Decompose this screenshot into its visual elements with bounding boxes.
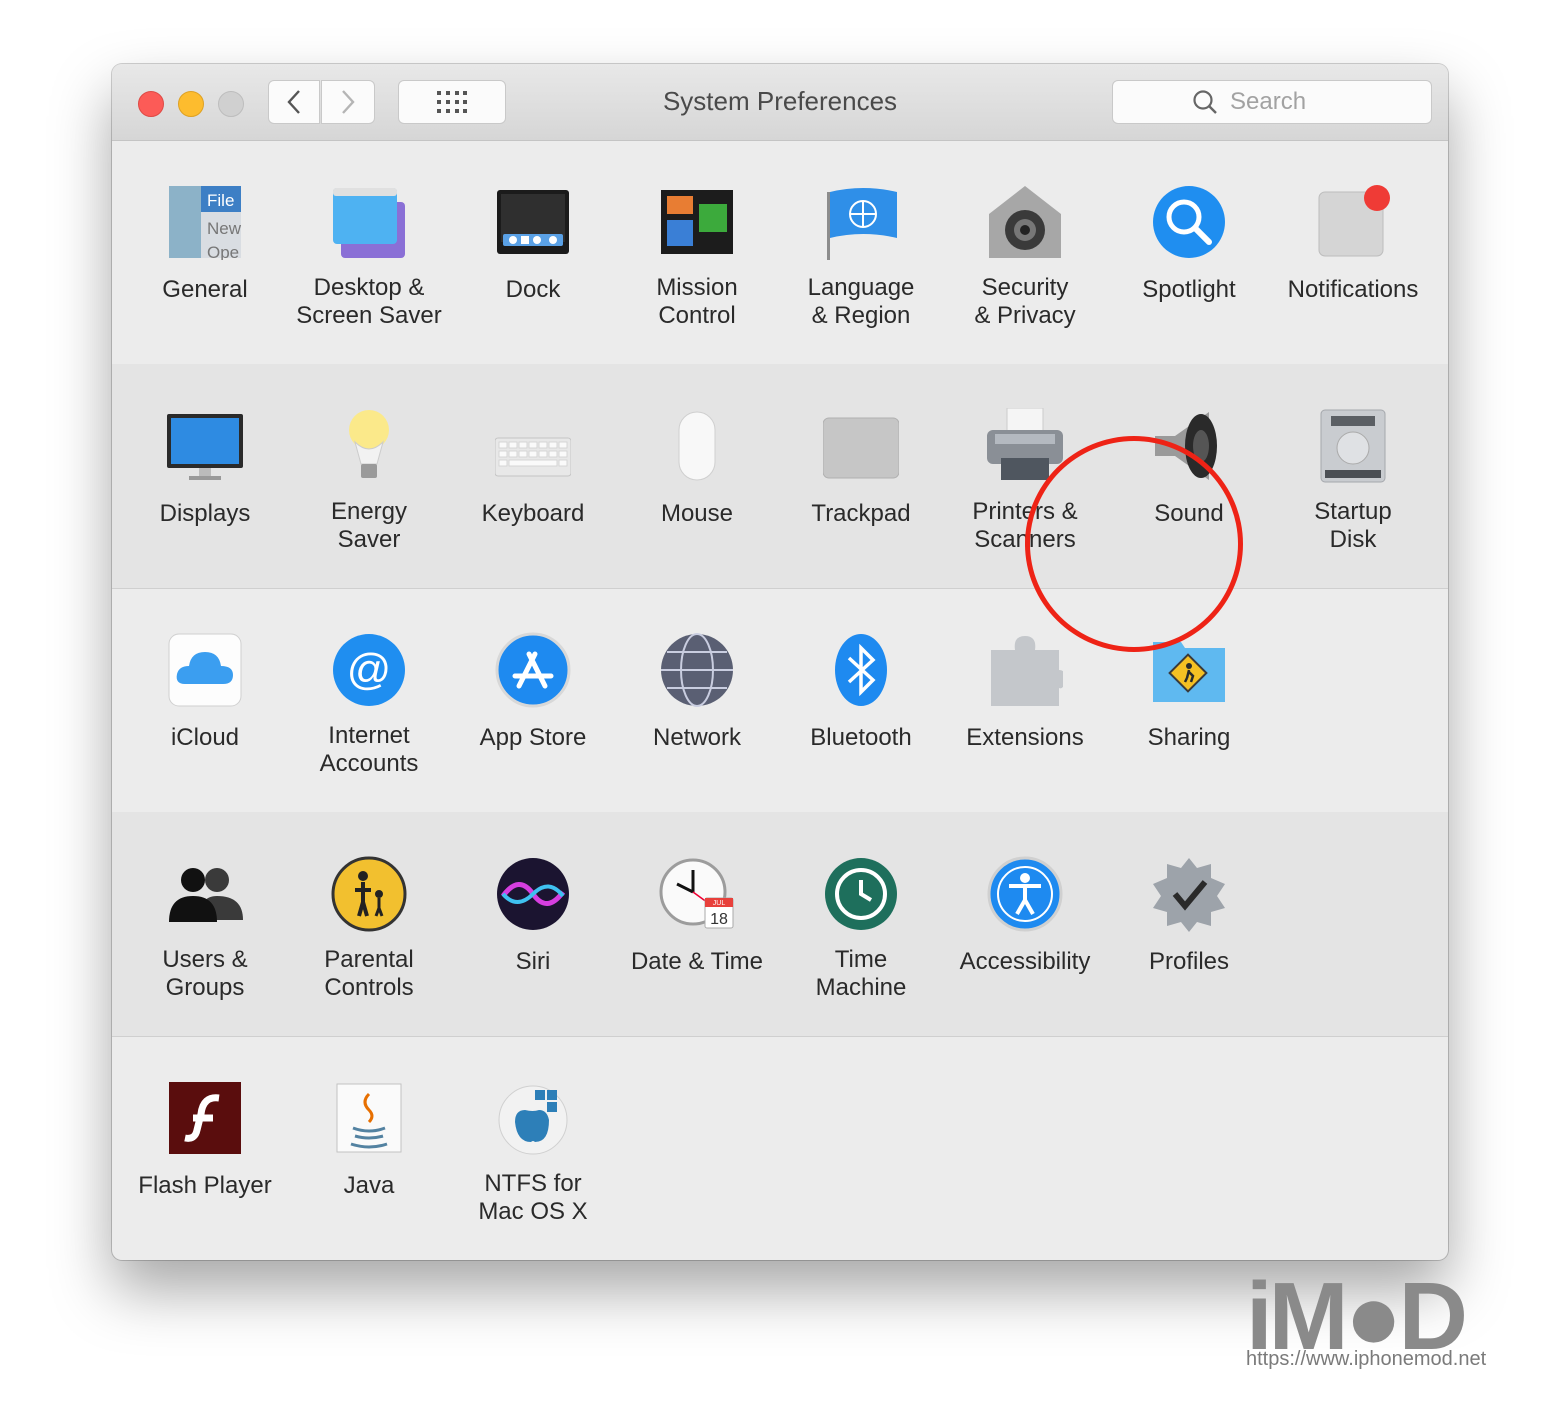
pref-label: Bluetooth — [810, 724, 912, 751]
icloud-icon — [168, 633, 242, 707]
bluetooth-icon — [835, 634, 887, 706]
pref-label: General — [162, 276, 248, 303]
pref-label: Profiles — [1148, 948, 1230, 975]
pref-label: Internet Accounts — [319, 722, 419, 777]
highlight-circle — [1025, 436, 1243, 652]
pref-label: Flash Player — [138, 1172, 272, 1199]
pref-label: Extensions — [966, 724, 1084, 751]
section-system — [112, 812, 1448, 1036]
pref-label: Startup Disk — [1314, 498, 1392, 553]
pref-label: Security & Privacy — [974, 274, 1076, 329]
trackpad-icon — [823, 417, 899, 479]
siri-icon — [497, 858, 569, 930]
time-machine-icon — [825, 858, 897, 930]
section-other — [112, 1036, 1448, 1260]
title-bar: System Preferences — [112, 64, 1448, 141]
svg-text:Ope: Ope — [207, 243, 239, 260]
java-icon — [336, 1083, 402, 1153]
pref-label: Displays — [159, 500, 251, 527]
displays-icon — [167, 414, 243, 480]
accessibility-icon — [987, 856, 1063, 932]
flash-player-icon — [169, 1082, 241, 1154]
mission-control-icon — [661, 190, 733, 254]
mouse-icon — [678, 411, 716, 481]
pref-label: Siri — [515, 948, 551, 975]
pref-label: Accessibility — [959, 948, 1091, 975]
pref-label: Mouse — [660, 500, 734, 527]
desktop-screensaver-icon — [333, 188, 405, 258]
pref-label: App Store — [479, 724, 587, 751]
search-field[interactable] — [1112, 80, 1432, 124]
pref-label: NTFS for Mac OS X — [478, 1170, 588, 1225]
svg-text:JUL: JUL — [713, 900, 726, 907]
dock-icon — [497, 190, 569, 254]
keyboard-icon — [495, 437, 571, 477]
system-preferences-window: System Preferences File New Ope General … — [112, 64, 1448, 1260]
pref-label: Keyboard — [481, 500, 585, 527]
pref-label: Sharing — [1147, 724, 1231, 751]
search-input[interactable] — [1228, 87, 1352, 117]
internet-accounts-icon: @ — [333, 634, 405, 706]
extensions-icon — [991, 636, 1063, 706]
pref-label: Dock — [505, 276, 561, 303]
network-icon — [661, 633, 733, 707]
profiles-icon — [1153, 858, 1225, 932]
pref-label: Spotlight — [1142, 276, 1236, 303]
pref-label: Notifications — [1287, 276, 1419, 303]
pref-label: Users & Groups — [162, 946, 248, 1001]
section-hardware — [112, 364, 1448, 588]
spotlight-icon — [1153, 186, 1225, 258]
energy-saver-icon — [349, 410, 389, 478]
watermark-url: https://www.iphonemod.net — [1246, 1348, 1487, 1370]
section-personal — [112, 140, 1448, 364]
pref-label: Time Machine — [815, 946, 907, 1001]
pref-label: Trackpad — [811, 500, 911, 527]
startup-disk-icon — [1320, 409, 1386, 483]
language-region-icon — [827, 188, 897, 260]
watermark: iM●D https://www.iphonemod.net — [1246, 1262, 1506, 1392]
section-internet — [112, 588, 1448, 812]
notifications-icon — [1318, 185, 1390, 257]
date-time-icon: JUL 18 — [659, 858, 734, 929]
svg-text:18: 18 — [710, 911, 728, 928]
security-privacy-icon — [989, 186, 1061, 258]
pref-label: Java — [343, 1172, 395, 1199]
pref-label: iCloud — [170, 724, 240, 751]
general-icon: File New Ope — [169, 186, 242, 260]
app-store-icon — [495, 632, 571, 708]
users-groups-icon — [169, 868, 243, 922]
svg-text:@: @ — [347, 645, 392, 694]
pref-label: Mission Control — [656, 274, 738, 329]
parental-controls-icon — [331, 856, 407, 932]
pref-label: Language & Region — [807, 274, 915, 329]
ntfs-icon — [498, 1085, 568, 1155]
svg-text:File: File — [207, 191, 234, 210]
svg-text:New: New — [207, 219, 242, 238]
pref-label: Desktop & Screen Saver — [296, 274, 442, 329]
pref-label: Date & Time — [630, 948, 764, 975]
pref-label: Network — [652, 724, 742, 751]
search-icon — [1193, 90, 1217, 114]
pref-label: Energy Saver — [330, 498, 408, 553]
pref-label: Parental Controls — [324, 946, 414, 1001]
